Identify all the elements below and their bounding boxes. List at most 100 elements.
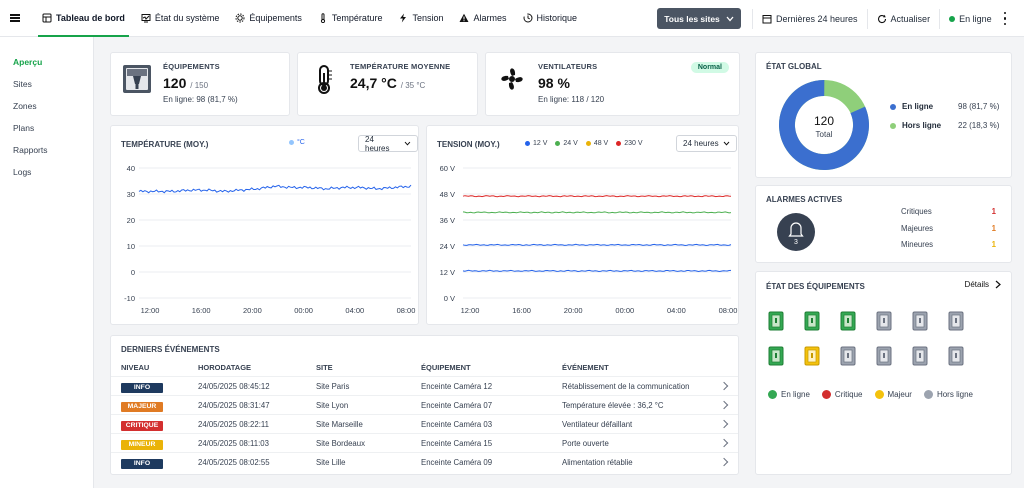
level-cell: MINEUR — [121, 434, 163, 453]
tab-alarms[interactable]: Alarmes — [451, 0, 514, 37]
tab-history[interactable]: Historique — [515, 0, 586, 37]
site-cell: Site Bordeaux — [316, 439, 365, 448]
equipment-cell: Enceinte Caméra 09 — [421, 458, 493, 467]
x-tick-label: 20:00 — [243, 306, 262, 315]
equipment-status-icon[interactable] — [804, 311, 820, 331]
x-tick-label: 04:00 — [667, 306, 686, 315]
kpi-value: 24,7 °C / 35 °C — [350, 75, 450, 91]
column-header: SITE — [316, 363, 333, 372]
alarm-row[interactable]: Critiques 1 — [901, 207, 996, 223]
enclosure-camera — [847, 318, 849, 323]
chevron-right-icon[interactable] — [719, 457, 729, 467]
offline-value: 22 (18,3 %) — [958, 121, 1000, 130]
sidebar-item-plans[interactable]: Plans — [0, 117, 93, 139]
equipment-status-icon[interactable] — [876, 311, 892, 331]
level-badge: INFO — [121, 383, 163, 393]
tab-system-state[interactable]: État du système — [133, 0, 228, 37]
level-badge: MINEUR — [121, 440, 163, 450]
sidebar-item-reports[interactable]: Rapports — [0, 139, 93, 161]
table-row[interactable]: MINEUR 24/05/2025 08:11:03 Site Bordeaux En… — [111, 433, 738, 452]
donut-center-value: 120 — [814, 114, 834, 128]
chevron-right-icon[interactable] — [719, 400, 729, 410]
legend-item: Critique — [821, 390, 863, 399]
equipment-cell: Enceinte Caméra 15 — [421, 439, 493, 448]
equipment-status-icon[interactable] — [804, 346, 820, 366]
site-select[interactable]: Tous les sites — [657, 8, 741, 29]
enclosure-camera — [847, 353, 849, 358]
table-row[interactable]: MAJEUR 24/05/2025 08:31:47 Site Lyon Encein… — [111, 395, 738, 414]
equipment-status-icon[interactable] — [912, 346, 928, 366]
refresh-icon — [877, 14, 886, 23]
legend-item: Majeur — [874, 390, 912, 399]
equipment-status-icon[interactable] — [768, 346, 784, 366]
active-alarms-card: ALARMES ACTIVES 3 Critiques 1 Majeures 1 Min… — [755, 185, 1012, 263]
card-title: ALARMES ACTIVES — [766, 195, 843, 204]
alarm-label: Critiques — [901, 207, 932, 216]
sidebar-item-overview[interactable]: Aperçu — [0, 51, 93, 73]
tab-temperature[interactable]: Température — [310, 0, 391, 37]
equipment-status-icon[interactable] — [948, 311, 964, 331]
equipment-status-icon[interactable] — [840, 346, 856, 366]
column-header: ÉVÉNEMENT — [562, 363, 609, 372]
fan-icon — [501, 68, 523, 90]
site-cell: Site Lille — [316, 458, 346, 467]
global-state-card: ÉTAT GLOBAL 120 Total En ligne 98 (81,7 … — [755, 52, 1012, 178]
equipment-icon — [235, 13, 245, 23]
equipment-status-icon[interactable] — [840, 311, 856, 331]
main-tabs: Tableau de bord État du système Équipeme… — [34, 0, 585, 37]
global-donut-chart: 120 Total — [779, 80, 869, 170]
equipment-state-card: ÉTAT DES ÉQUIPEMENTS Détails En ligne Cri… — [755, 271, 1012, 475]
card-title: ÉTAT DES ÉQUIPEMENTS — [766, 282, 865, 291]
menu-icon[interactable] — [0, 0, 30, 37]
equipment-status-icon[interactable] — [876, 346, 892, 366]
details-link[interactable]: Détails — [965, 280, 1001, 289]
event-cell: Rétablissement de la communication — [562, 382, 690, 391]
x-tick-label: 04:00 — [345, 306, 364, 315]
equipment-status-icon[interactable] — [948, 346, 964, 366]
temperature-chart-card: TEMPÉRATURE (MOY.) °C 24 heures 40 30 20 10… — [110, 125, 419, 325]
kpi-title: TEMPÉRATURE MOYENNE — [350, 62, 451, 71]
equipment-cell: Enceinte Caméra 03 — [421, 420, 493, 429]
tab-voltage[interactable]: Tension — [390, 0, 451, 37]
series-line — [462, 243, 732, 247]
chevron-right-icon[interactable] — [719, 438, 729, 448]
more-options-icon[interactable] — [1000, 12, 1010, 25]
status-dot — [949, 15, 956, 22]
tab-equipments[interactable]: Équipements — [227, 0, 310, 37]
sidebar-item-logs[interactable]: Logs — [0, 161, 93, 183]
legend-item: En ligne — [768, 390, 810, 399]
top-right-controls: Dernières 24 heures Actualiser En ligne — [752, 0, 1001, 37]
chevron-right-icon[interactable] — [719, 419, 729, 429]
history-icon — [523, 13, 532, 23]
level-cell: MAJEUR — [121, 396, 163, 415]
tab-label: Équipements — [249, 13, 302, 23]
calendar-icon — [762, 14, 772, 23]
timestamp-cell: 24/05/2025 08:22:11 — [198, 420, 269, 429]
refresh-button[interactable]: Actualiser — [866, 8, 940, 29]
enclosure-camera — [883, 318, 885, 323]
legend-online: En ligne — [890, 102, 933, 111]
table-row[interactable]: INFO 24/05/2025 08:45:12 Site Paris Enceint… — [111, 376, 738, 395]
legend-offline: Hors ligne — [890, 121, 941, 130]
equipment-status-icon[interactable] — [768, 311, 784, 331]
site-cell: Site Lyon — [316, 401, 349, 410]
x-tick-label: 00:00 — [615, 306, 634, 315]
equipment-status-icon[interactable] — [912, 311, 928, 331]
tab-label: Tableau de bord — [56, 13, 125, 23]
alarm-row[interactable]: Majeures 1 — [901, 224, 996, 240]
bolt-icon — [400, 13, 407, 23]
chevron-right-icon[interactable] — [719, 381, 729, 391]
table-row[interactable]: INFO 24/05/2025 08:02:55 Site Lille Enceint… — [111, 452, 738, 471]
table-row[interactable]: CRITIQUE 24/05/2025 08:22:11 Site Marseill… — [111, 414, 738, 433]
x-tick-label: 08:00 — [719, 306, 738, 315]
level-badge: CRITIQUE — [121, 421, 163, 431]
sidebar-item-sites[interactable]: Sites — [0, 73, 93, 95]
period-button[interactable]: Dernières 24 heures — [752, 8, 867, 29]
sidebar-item-zones[interactable]: Zones — [0, 95, 93, 117]
tab-dashboard[interactable]: Tableau de bord — [34, 0, 133, 37]
level-badge: INFO — [121, 459, 163, 469]
legend-dot — [923, 390, 933, 399]
tab-label: Alarmes — [473, 13, 507, 23]
events-table-header: NIVEAU HORODATAGE SITE ÉQUIPEMENT ÉVÉNEM… — [111, 360, 738, 376]
alarm-row[interactable]: Mineures 1 — [901, 240, 996, 256]
